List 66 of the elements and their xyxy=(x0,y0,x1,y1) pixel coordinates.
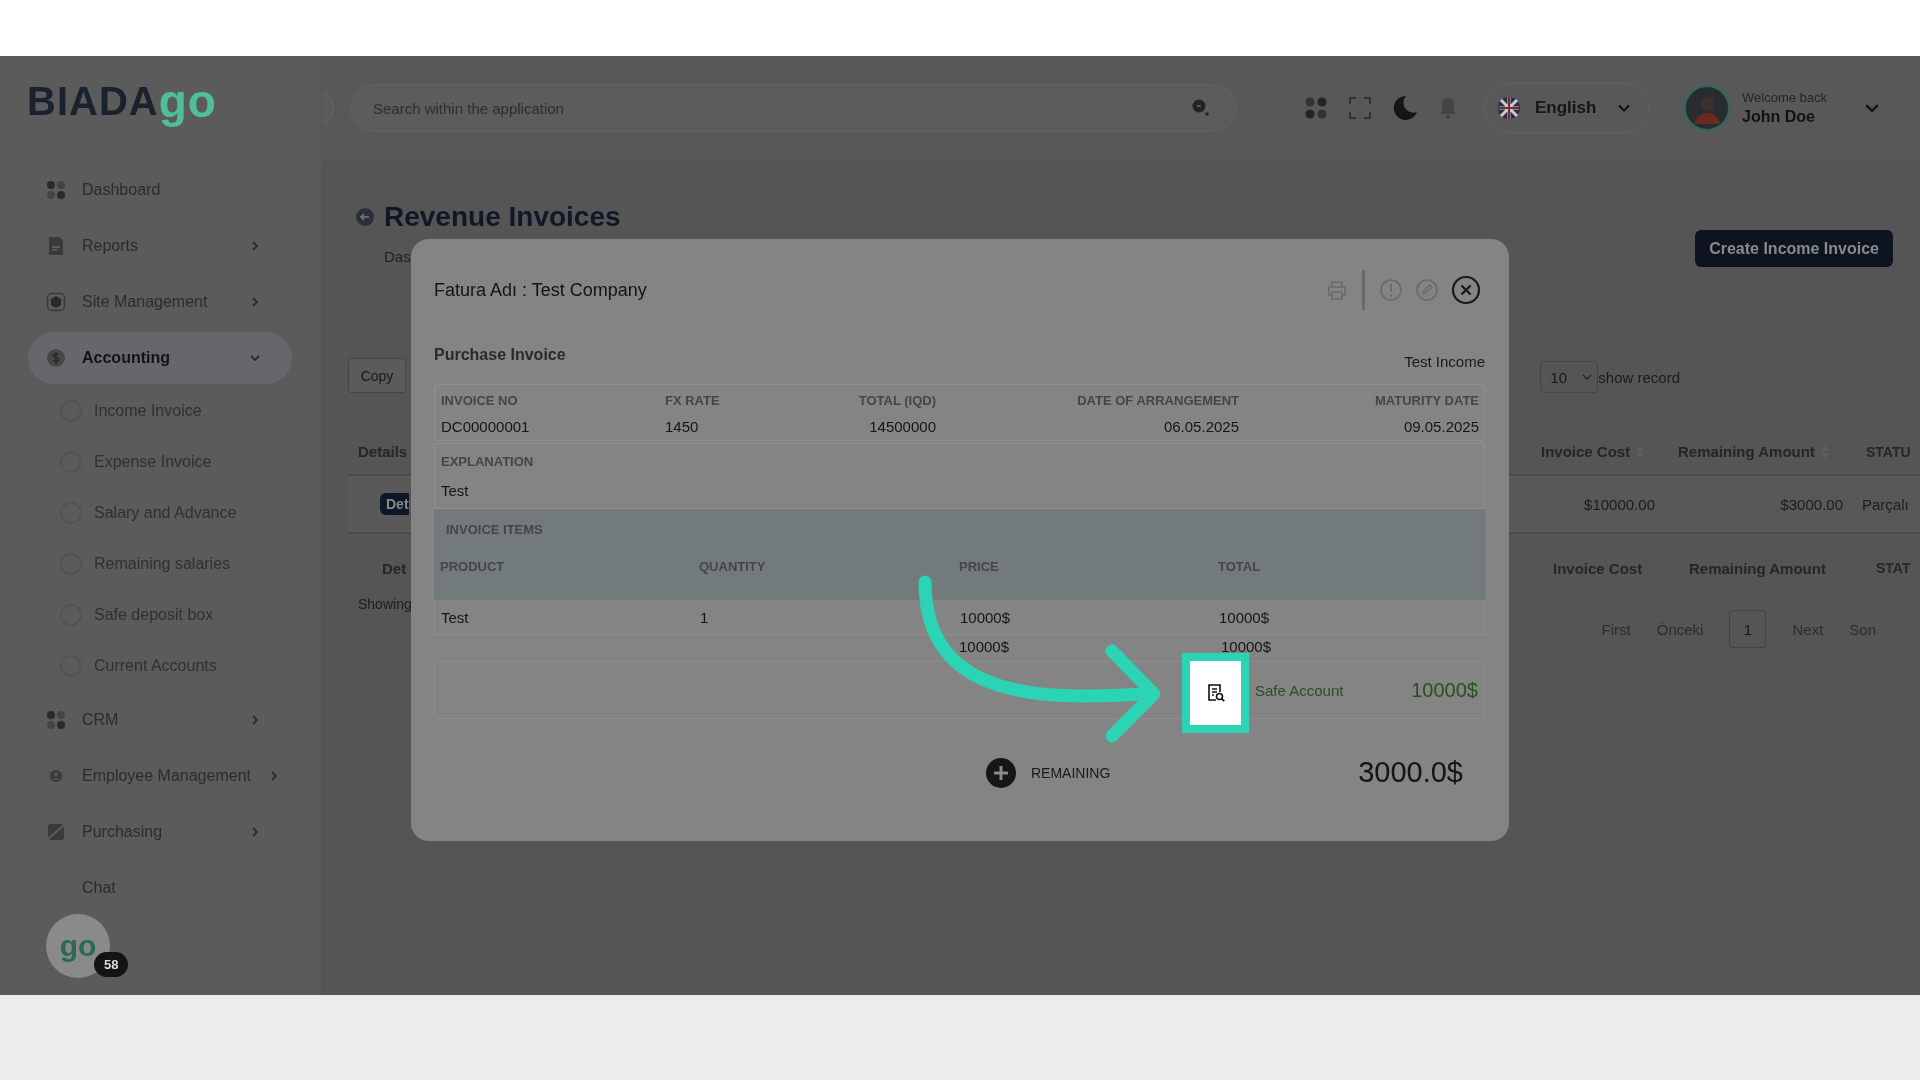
page-size-select[interactable]: 10 xyxy=(1540,361,1599,393)
invoice-type: Test Income xyxy=(1404,353,1485,370)
field-value: Test xyxy=(441,482,469,499)
document-icon xyxy=(46,236,66,256)
column-header: PRODUCT xyxy=(440,559,506,574)
field-label: TOTAL (IQD) xyxy=(857,392,936,408)
info-icon[interactable] xyxy=(1379,278,1403,302)
avatar[interactable] xyxy=(1684,85,1730,131)
remaining-amount: 3000.0$ xyxy=(1358,756,1463,789)
table-cell-text: 10000$ xyxy=(960,608,1012,626)
copy-button[interactable]: Copy xyxy=(348,358,406,393)
page-title: Revenue Invoices xyxy=(384,201,621,233)
user-name: John Doe xyxy=(1742,108,1816,126)
table-cell: Parçalı xyxy=(1862,495,1909,513)
table-cell: $10000.00 xyxy=(1584,495,1655,513)
column-header: PRICE xyxy=(959,559,1000,574)
column-header: TOTAL xyxy=(1218,559,1262,574)
pagination-link[interactable]: 1 xyxy=(1729,610,1767,648)
plus-icon[interactable] xyxy=(986,757,1016,788)
payment-amount: 10000$ xyxy=(1411,678,1478,702)
logo: BIADAgo xyxy=(26,74,218,129)
cube-icon xyxy=(46,292,66,312)
apps-grid-icon[interactable] xyxy=(1304,96,1328,120)
field-label: DATE OF ARRANGEMENT xyxy=(1076,392,1239,408)
field-label: INVOICE NO xyxy=(441,392,519,408)
dollar-icon xyxy=(46,348,66,368)
print-icon[interactable] xyxy=(1326,279,1348,301)
grid-icon xyxy=(46,180,66,200)
field-value: DC00000001 xyxy=(441,417,531,435)
document-search-icon[interactable] xyxy=(1205,683,1226,703)
grid-icon xyxy=(46,710,66,730)
page-size-label: show record xyxy=(1598,368,1680,386)
section-label: INVOICE ITEMS xyxy=(446,522,543,537)
flag-icon xyxy=(1497,96,1521,120)
close-icon[interactable] xyxy=(1451,275,1481,305)
field-value: 09.05.2025 xyxy=(1402,417,1479,435)
table-cell: $3000.00 xyxy=(1780,495,1843,513)
edit-icon[interactable] xyxy=(1415,278,1439,302)
field-label: MATURITY DATE xyxy=(1374,392,1479,408)
sidebar-item[interactable]: Accounting xyxy=(28,332,292,384)
payment-label: Safe Account xyxy=(1255,681,1345,699)
field-value: 14500000 xyxy=(868,417,936,435)
table-cell-text: Test xyxy=(441,608,470,626)
field-value: 06.05.2025 xyxy=(1162,417,1239,435)
modal-title: Fatura Adı : Test Company xyxy=(434,279,648,301)
showing-text: Showing xyxy=(358,596,412,612)
field-value: 1450 xyxy=(665,417,700,435)
column-header: QUANTITY xyxy=(699,559,767,574)
moon-icon[interactable] xyxy=(1392,95,1418,121)
field-label: FX RATE xyxy=(665,392,721,408)
subtotal-text: 10000$ xyxy=(959,637,1011,655)
subtotal-text: 10000$ xyxy=(1220,637,1273,655)
card-icon xyxy=(46,822,66,842)
remaining-label: REMAINING xyxy=(1031,764,1111,781)
create-invoice-button[interactable]: Create Income Invoice xyxy=(1695,230,1893,267)
language-selector[interactable]: English xyxy=(1484,83,1650,133)
fullscreen-icon[interactable] xyxy=(1348,96,1372,120)
table-cell-text: 1 xyxy=(700,608,710,626)
back-icon[interactable] xyxy=(356,208,374,226)
chevron-down-icon xyxy=(1582,372,1593,382)
field-label: EXPLANATION xyxy=(441,454,534,469)
details-button[interactable]: Det xyxy=(380,493,409,515)
section-title: Purchase Invoice xyxy=(434,346,566,364)
notification-badge: 58 xyxy=(94,952,129,977)
search-icon xyxy=(1191,98,1211,118)
table-cell-text: 10000$ xyxy=(1219,608,1271,626)
